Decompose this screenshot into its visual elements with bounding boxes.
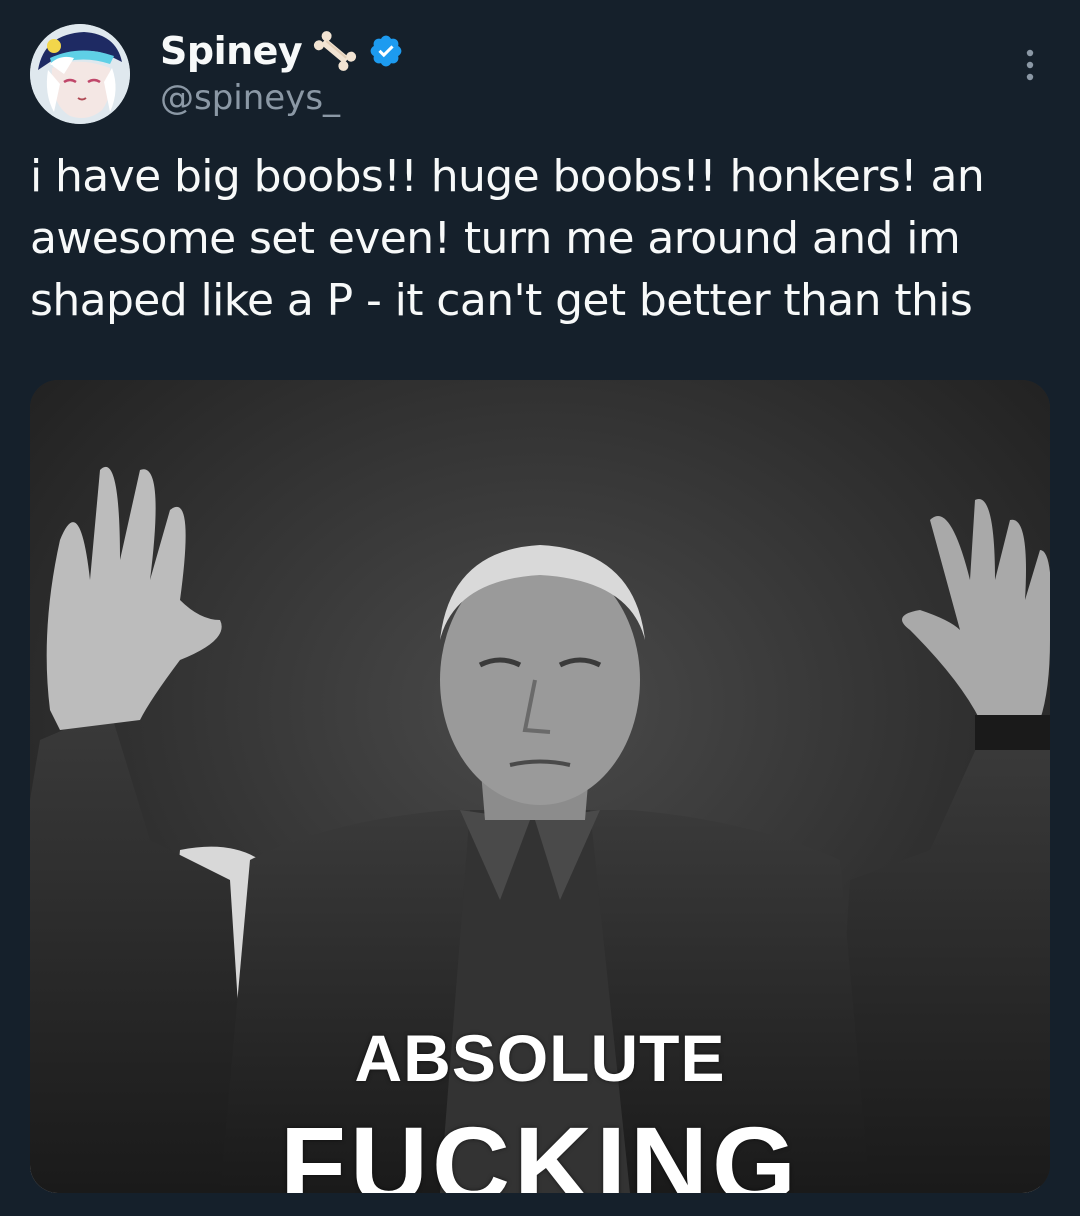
- avatar-image: [30, 24, 130, 124]
- tweet: Spiney @spineys_ i have big boobs!! huge…: [0, 0, 1080, 1216]
- more-options-button[interactable]: [1010, 40, 1050, 90]
- tweet-media[interactable]: ABSOLUTE FUCKING: [30, 380, 1050, 1193]
- more-options-icon: [1026, 49, 1034, 81]
- tweet-text: i have big boobs!! huge boobs!! honkers!…: [30, 151, 985, 326]
- author-name-row: Spiney: [160, 26, 404, 76]
- meme-caption-line2: FUCKING: [280, 1104, 800, 1193]
- verified-badge-icon[interactable]: [368, 33, 404, 69]
- meme-caption-line1: ABSOLUTE: [354, 1021, 726, 1095]
- bone-icon: [314, 31, 357, 71]
- author-handle[interactable]: @spineys_: [160, 78, 340, 118]
- avatar[interactable]: [30, 24, 130, 124]
- display-name[interactable]: Spiney: [160, 29, 303, 73]
